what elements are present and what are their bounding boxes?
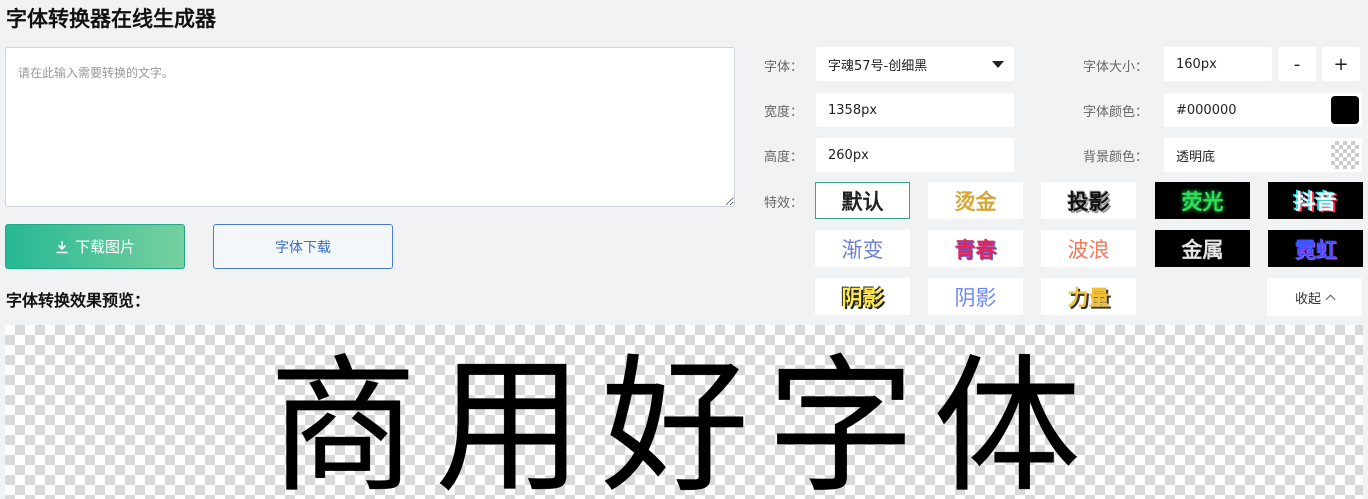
effect-metal[interactable]: 金属 <box>1155 230 1250 267</box>
bg-color-label: 背景颜色： <box>1083 150 1149 165</box>
effect-wave[interactable]: 波浪 <box>1041 230 1136 267</box>
height-input[interactable]: 260px <box>816 138 1014 172</box>
collapse-label: 收起 <box>1294 291 1321 307</box>
width-input[interactable]: 1358px <box>816 93 1014 127</box>
download-image-label: 下载图片 <box>74 238 135 256</box>
effect-gold-foil[interactable]: 烫金 <box>928 182 1023 219</box>
font-select[interactable]: 字魂57号-创细黑 <box>816 47 1014 81</box>
download-image-button[interactable]: 下载图片 <box>5 224 185 269</box>
effects-label: 特效： <box>764 196 804 211</box>
caret-down-icon <box>992 60 1004 68</box>
font-color-label: 字体颜色： <box>1083 105 1149 120</box>
height-label: 高度： <box>764 150 804 165</box>
text-input[interactable] <box>5 47 735 207</box>
preview-text: 商用好字体 <box>269 341 1099 499</box>
effect-fluorescent[interactable]: 荧光 <box>1155 182 1250 219</box>
effect-douyin[interactable]: 抖音 <box>1268 182 1363 219</box>
width-label: 宽度： <box>764 105 804 120</box>
effect-neon[interactable]: 霓虹 <box>1268 230 1363 267</box>
effect-shadow-blue[interactable]: 阴影 <box>928 278 1023 315</box>
effect-power[interactable]: 力量 <box>1041 278 1136 315</box>
font-color-swatch[interactable] <box>1331 96 1359 124</box>
effect-shadow-yellow[interactable]: 阴影 <box>815 278 910 315</box>
font-size-input[interactable]: 160px <box>1164 47 1272 81</box>
effect-gradient[interactable]: 渐变 <box>815 230 910 267</box>
font-download-button[interactable]: 字体下载 <box>213 224 393 269</box>
download-icon <box>56 240 68 253</box>
font-size-decrease-button[interactable]: - <box>1278 47 1316 81</box>
collapse-button[interactable]: 收起 <box>1267 278 1362 316</box>
font-size-increase-button[interactable]: + <box>1322 47 1360 81</box>
chevron-up-icon <box>1325 294 1336 304</box>
preview-label: 字体转换效果预览： <box>6 291 151 310</box>
bg-color-value: 透明底 <box>1176 149 1216 165</box>
effect-projection[interactable]: 投影 <box>1041 182 1136 219</box>
effect-youth[interactable]: 青春 <box>928 230 1023 267</box>
font-color-value: #000000 <box>1176 102 1237 118</box>
page-title: 字体转换器在线生成器 <box>6 7 216 31</box>
effect-default[interactable]: 默认 <box>815 182 910 219</box>
preview-canvas: 商用好字体 <box>5 325 1363 499</box>
font-size-label: 字体大小： <box>1083 60 1149 75</box>
font-label: 字体： <box>764 60 804 75</box>
bg-color-swatch[interactable] <box>1331 141 1359 169</box>
font-select-value: 字魂57号-创细黑 <box>828 58 928 74</box>
